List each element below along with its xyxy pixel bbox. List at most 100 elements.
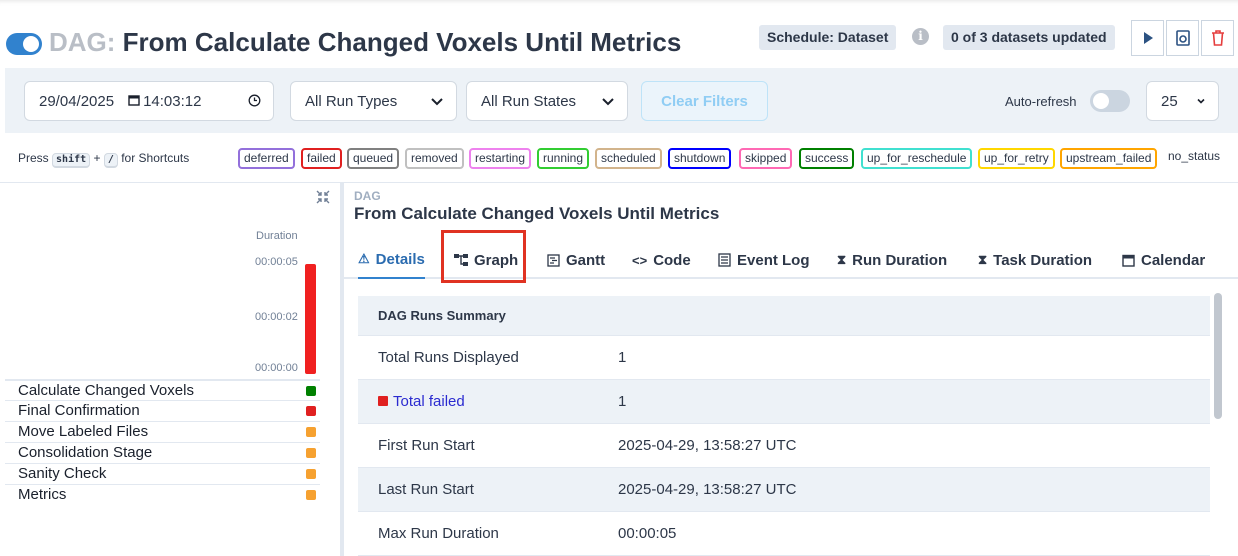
schedule-badge: Schedule: Dataset xyxy=(759,25,897,50)
task-instance-status[interactable] xyxy=(306,469,316,479)
dag-pause-toggle[interactable] xyxy=(6,33,42,55)
summary-title: DAG Runs Summary xyxy=(378,308,506,323)
grid-pane: Duration 00:00:05 00:00:02 00:00:00 Calc… xyxy=(0,183,340,556)
tab-details[interactable]: ⚠ Details xyxy=(358,241,425,279)
shortcut-hint[interactable]: Press shift + / for Shortcuts xyxy=(18,151,189,168)
table-row: First Run Start 2025-04-29, 13:58:27 UTC xyxy=(358,424,1210,468)
tab-gantt[interactable]: Gantt xyxy=(547,241,605,279)
tick-label: 00:00:00 xyxy=(255,362,298,374)
legend-item-up-for-retry[interactable]: up_for_retry xyxy=(978,148,1055,169)
warning-icon: ⚠ xyxy=(358,251,370,266)
task-row[interactable]: Final Confirmation xyxy=(5,400,320,421)
task-row[interactable]: Consolidation Stage xyxy=(5,442,320,463)
legend-item-scheduled[interactable]: scheduled xyxy=(595,148,662,169)
task-instance-status[interactable] xyxy=(306,490,316,500)
clear-filters-button[interactable]: Clear Filters xyxy=(641,81,768,121)
legend-item-up-for-reschedule[interactable]: up_for_reschedule xyxy=(861,148,973,169)
graph-tab-highlight xyxy=(441,230,526,283)
legend-item-deferred[interactable]: deferred xyxy=(238,148,295,169)
top-bar: DAG: From Calculate Changed Voxels Until… xyxy=(0,0,1238,68)
document-icon xyxy=(718,253,731,267)
shift-key: shift xyxy=(52,153,91,168)
run-state-value: All Run States xyxy=(481,92,577,110)
table-row: Total failed 1 xyxy=(358,380,1210,424)
task-row[interactable]: Sanity Check xyxy=(5,463,320,484)
total-failed-link[interactable]: Total failed xyxy=(378,393,465,410)
tab-calendar[interactable]: Calendar xyxy=(1122,241,1205,279)
run-state-select[interactable]: All Run States xyxy=(466,81,628,121)
runs-summary-table: DAG Runs Summary Total Runs Displayed 1 … xyxy=(358,296,1210,556)
run-duration-bar[interactable] xyxy=(305,264,316,374)
dag-name: From Calculate Changed Voxels Until Metr… xyxy=(122,27,682,57)
tab-run-duration[interactable]: ⧗ Run Duration xyxy=(837,241,947,279)
trigger-dag-button[interactable] xyxy=(1131,20,1164,56)
task-name: Consolidation Stage xyxy=(18,444,153,461)
task-name: Sanity Check xyxy=(18,465,107,482)
execution-date-input[interactable]: 29/04/2025 14:03:12 xyxy=(24,81,274,121)
chevron-down-icon xyxy=(431,98,443,106)
task-instance-status[interactable] xyxy=(306,448,316,458)
hourglass-icon: ⧗ xyxy=(837,252,847,267)
hourglass-icon: ⧗ xyxy=(978,252,988,267)
legend-item-removed[interactable]: removed xyxy=(405,148,464,169)
dag-prefix: DAG: xyxy=(49,27,116,57)
breadcrumb-dag-name[interactable]: From Calculate Changed Voxels Until Metr… xyxy=(354,204,719,224)
datasets-badge[interactable]: 0 of 3 datasets updated xyxy=(943,25,1115,50)
failed-status-square xyxy=(378,396,388,406)
trash-icon xyxy=(1211,30,1224,46)
chevron-down-icon xyxy=(1197,98,1205,104)
legend-item-restarting[interactable]: restarting xyxy=(469,148,532,169)
run-type-select[interactable]: All Run Types xyxy=(290,81,457,121)
task-row[interactable]: Metrics xyxy=(5,484,320,505)
autorefresh-label: Auto-refresh xyxy=(1005,94,1077,109)
task-instance-status[interactable] xyxy=(306,386,316,396)
autorefresh-toggle[interactable] xyxy=(1090,90,1130,112)
delete-dag-button[interactable] xyxy=(1201,20,1234,56)
tab-code[interactable]: <> Code xyxy=(632,241,691,279)
legend-item-shutdown[interactable]: shutdown xyxy=(668,148,732,169)
table-row: Last Run Start 2025-04-29, 13:58:27 UTC xyxy=(358,468,1210,512)
table-row: Max Run Duration 00:00:05 xyxy=(358,512,1210,556)
calendar-icon xyxy=(1122,254,1135,267)
legend-item-success[interactable]: success xyxy=(799,148,855,169)
scrollbar[interactable] xyxy=(1214,293,1222,419)
chevron-down-icon xyxy=(602,98,614,106)
table-header: DAG Runs Summary xyxy=(358,296,1210,336)
info-icon[interactable]: i xyxy=(912,28,929,45)
filter-bar: 29/04/2025 14:03:12 All Run Types All Ru… xyxy=(5,68,1238,133)
task-instance-status[interactable] xyxy=(306,406,316,416)
breadcrumb-label: DAG xyxy=(354,189,381,203)
tick-label: 00:00:02 xyxy=(255,311,298,323)
tick-label: 00:00:05 xyxy=(255,256,298,268)
code-icon: <> xyxy=(632,252,648,268)
task-name: Calculate Changed Voxels xyxy=(18,382,194,399)
legend-item-upstream-failed[interactable]: upstream_failed xyxy=(1060,148,1158,169)
play-icon xyxy=(1143,32,1153,44)
parse-dag-button[interactable] xyxy=(1166,20,1199,56)
task-name: Move Labeled Files xyxy=(18,423,149,440)
run-type-value: All Run Types xyxy=(305,92,398,110)
details-pane: DAG From Calculate Changed Voxels Until … xyxy=(344,183,1238,556)
legend-item-queued[interactable]: queued xyxy=(347,148,400,169)
task-name: Final Confirmation xyxy=(18,402,140,419)
tab-task-duration[interactable]: ⧗ Task Duration xyxy=(978,241,1092,279)
tab-event-log[interactable]: Event Log xyxy=(718,241,810,279)
task-name: Metrics xyxy=(18,486,67,503)
task-row[interactable]: Move Labeled Files xyxy=(5,421,320,442)
table-row: Total Runs Displayed 1 xyxy=(358,336,1210,380)
clock-icon[interactable] xyxy=(248,94,261,111)
calendar-icon[interactable] xyxy=(128,93,140,110)
reparse-icon xyxy=(1175,30,1190,46)
task-instance-status[interactable] xyxy=(306,427,316,437)
legend-item-running[interactable]: running xyxy=(537,148,590,169)
legend-item-skipped[interactable]: skipped xyxy=(739,148,793,169)
duration-label: Duration xyxy=(256,230,298,242)
date-value: 29/04/2025 xyxy=(39,92,115,110)
page-size-select[interactable]: 25 xyxy=(1146,81,1219,121)
legend-item-no-status[interactable]: no_status xyxy=(1165,148,1224,169)
legend-item-failed[interactable]: failed xyxy=(301,148,342,169)
task-list: Calculate Changed Voxels Final Confirmati… xyxy=(5,379,320,505)
task-row[interactable]: Calculate Changed Voxels xyxy=(5,379,320,400)
slash-key: / xyxy=(103,153,118,168)
collapse-icon[interactable] xyxy=(315,189,331,210)
